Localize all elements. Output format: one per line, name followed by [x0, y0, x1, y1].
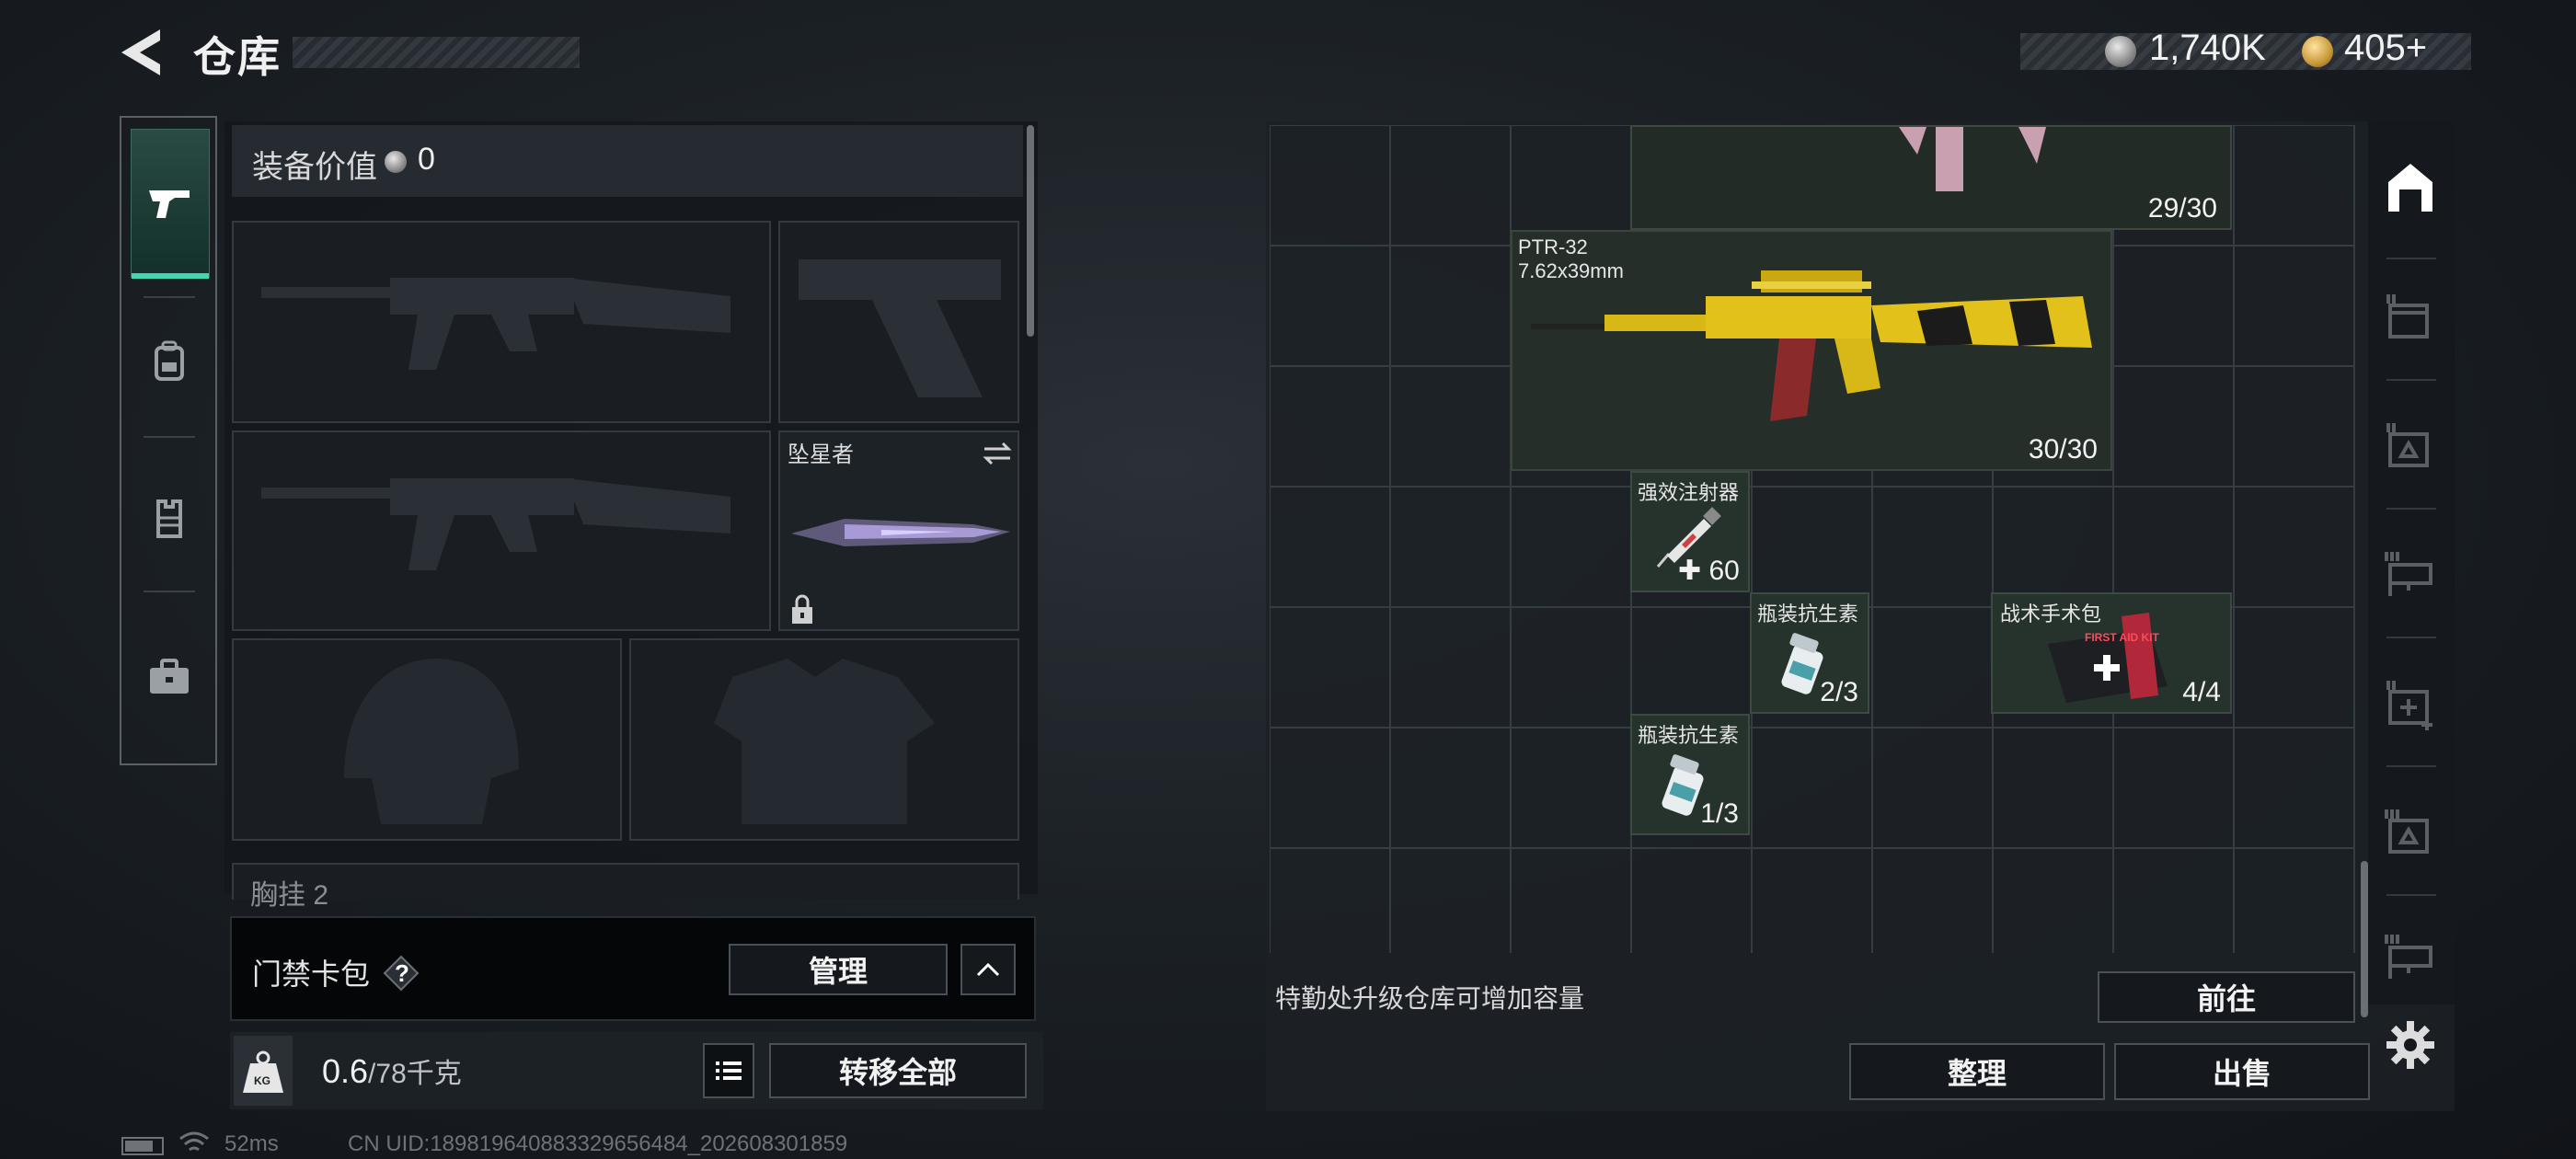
- secondary-weapon-slot[interactable]: [232, 430, 771, 631]
- loadout-scrollbar[interactable]: [1027, 125, 1034, 337]
- item-count: ✚ 60: [1678, 556, 1740, 586]
- equipment-value: 0: [418, 142, 435, 177]
- list-icon: [716, 1061, 742, 1080]
- gold-currency-amount[interactable]: 405+: [2344, 28, 2427, 69]
- armor-silhouette-icon: [714, 659, 935, 824]
- silver-coin-icon: [2105, 36, 2136, 67]
- melee-slot[interactable]: 坠星者: [778, 430, 1019, 631]
- stash-tier-1-icon[interactable]: [2381, 287, 2440, 346]
- stash-item-antibiotic[interactable]: 瓶装抗生素 2/3: [1750, 592, 1869, 714]
- equipment-value-label: 装备价值: [252, 150, 377, 185]
- ping-text: 52ms: [224, 1131, 279, 1156]
- stash-tier-3-icon[interactable]: [2381, 545, 2440, 603]
- manage-button[interactable]: 管理: [729, 944, 948, 995]
- rifle-silhouette-icon: [261, 478, 730, 570]
- backpack-icon: [155, 340, 184, 381]
- kit-label: FIRST AID KIT: [2085, 631, 2159, 644]
- stash-item-injector[interactable]: 强效注射器 ✚ 60: [1630, 471, 1750, 592]
- list-view-button[interactable]: [703, 1043, 754, 1098]
- item-name: 强效注射器: [1638, 481, 1740, 504]
- sort-button[interactable]: 整理: [1849, 1043, 2105, 1100]
- item-count: 29/30: [2147, 193, 2217, 224]
- sell-button[interactable]: 出售: [2114, 1043, 2370, 1100]
- chevron-up-icon: [976, 962, 1000, 977]
- pistol-silhouette-icon: [799, 259, 1001, 397]
- collapse-button[interactable]: [960, 944, 1016, 995]
- stash-tier-5-icon[interactable]: [2381, 927, 2440, 986]
- first-aid-kit-icon: [2048, 613, 2168, 703]
- stash-medical-icon[interactable]: [2381, 673, 2440, 732]
- tab-divider: [144, 591, 195, 592]
- sidebar-divider: [2386, 765, 2436, 767]
- pistol-icon: [149, 190, 190, 218]
- stash-main-icon[interactable]: [2381, 158, 2440, 217]
- sidebar-divider: [2386, 894, 2436, 896]
- stash-scrollbar[interactable]: [2361, 861, 2368, 1017]
- stash-tier-2-icon[interactable]: [2381, 416, 2440, 475]
- upgrade-hint: 特勤处升级仓库可增加容量: [1275, 984, 1585, 1013]
- keycard-label: 门禁卡包: [252, 958, 371, 991]
- stash-tier-4-icon[interactable]: [2381, 802, 2440, 861]
- page-title: 仓库: [193, 33, 282, 81]
- sidebar-divider: [2386, 637, 2436, 638]
- helmet-slot[interactable]: [232, 638, 622, 841]
- back-arrow-icon[interactable]: [118, 28, 164, 77]
- armor-slot[interactable]: [629, 638, 1019, 841]
- melee-name: 坠星者: [788, 442, 854, 467]
- vest-icon: [156, 499, 182, 538]
- silver-coin-icon: [385, 151, 407, 173]
- lock-icon: [792, 594, 812, 624]
- item-count: 1/3: [1700, 798, 1739, 829]
- chest-rig-label: 胸挂 2: [250, 880, 329, 911]
- tab-toolbox[interactable]: [131, 603, 208, 751]
- stash-item-surgery-kit[interactable]: 战术手术包 FIRST AID KIT 4/4: [1991, 592, 2232, 714]
- primary-weapon-slot[interactable]: [232, 221, 771, 423]
- plus-icon: ✚: [1678, 556, 1702, 586]
- tab-weapons[interactable]: [131, 129, 210, 279]
- stash-item-antibiotic[interactable]: 瓶装抗生素 1/3: [1630, 714, 1750, 835]
- sidebar-divider: [2386, 379, 2436, 381]
- stash-item-weapon-partial[interactable]: 29/30: [1630, 125, 2232, 230]
- sidebar-divider: [2386, 258, 2436, 259]
- weight-readout: 0.6/78千克: [322, 1052, 462, 1090]
- sidebar-divider: [2386, 508, 2436, 510]
- goto-button[interactable]: 前往: [2098, 971, 2355, 1023]
- rifle-silhouette-icon: [261, 278, 730, 370]
- weight-icon-box: KG: [234, 1036, 293, 1106]
- rifle-icon: [1531, 270, 2092, 421]
- silver-currency-amount: 1,740K: [2149, 28, 2266, 68]
- item-count: 2/3: [1820, 677, 1858, 707]
- tab-backpack[interactable]: [131, 287, 208, 434]
- title-decoration: [293, 37, 580, 68]
- battery-icon: [121, 1137, 164, 1155]
- tab-divider: [144, 436, 195, 438]
- wifi-icon: [179, 1131, 209, 1152]
- transfer-all-button[interactable]: 转移全部: [769, 1043, 1027, 1098]
- helmet-silhouette-icon: [344, 659, 519, 824]
- gear-icon[interactable]: [2385, 1019, 2436, 1071]
- item-name: PTR-32: [1518, 235, 1588, 258]
- swap-icon[interactable]: [981, 440, 1014, 467]
- chest-rig-slot[interactable]: [232, 863, 1019, 900]
- help-icon[interactable]: ?: [383, 955, 420, 992]
- item-count: 4/4: [2182, 677, 2221, 707]
- tab-vest[interactable]: [131, 445, 208, 592]
- knife-icon: [791, 519, 1010, 546]
- briefcase-icon: [150, 659, 189, 694]
- item-name: 瓶装抗生素: [1757, 602, 1859, 625]
- gold-coin-icon: [2302, 36, 2333, 67]
- pistol-slot[interactable]: [778, 221, 1019, 423]
- weapon-part-icon: [1899, 127, 2046, 191]
- kg-weight-icon: [243, 1050, 283, 1093]
- item-name: 瓶装抗生素: [1638, 724, 1740, 747]
- item-count: 30/30: [2028, 434, 2098, 465]
- stash-item-ptr32[interactable]: PTR-32 7.62x39mm 30/30: [1511, 230, 2112, 471]
- uid-text: CN UID:1898196408833296564​84_2026083018…: [348, 1131, 848, 1156]
